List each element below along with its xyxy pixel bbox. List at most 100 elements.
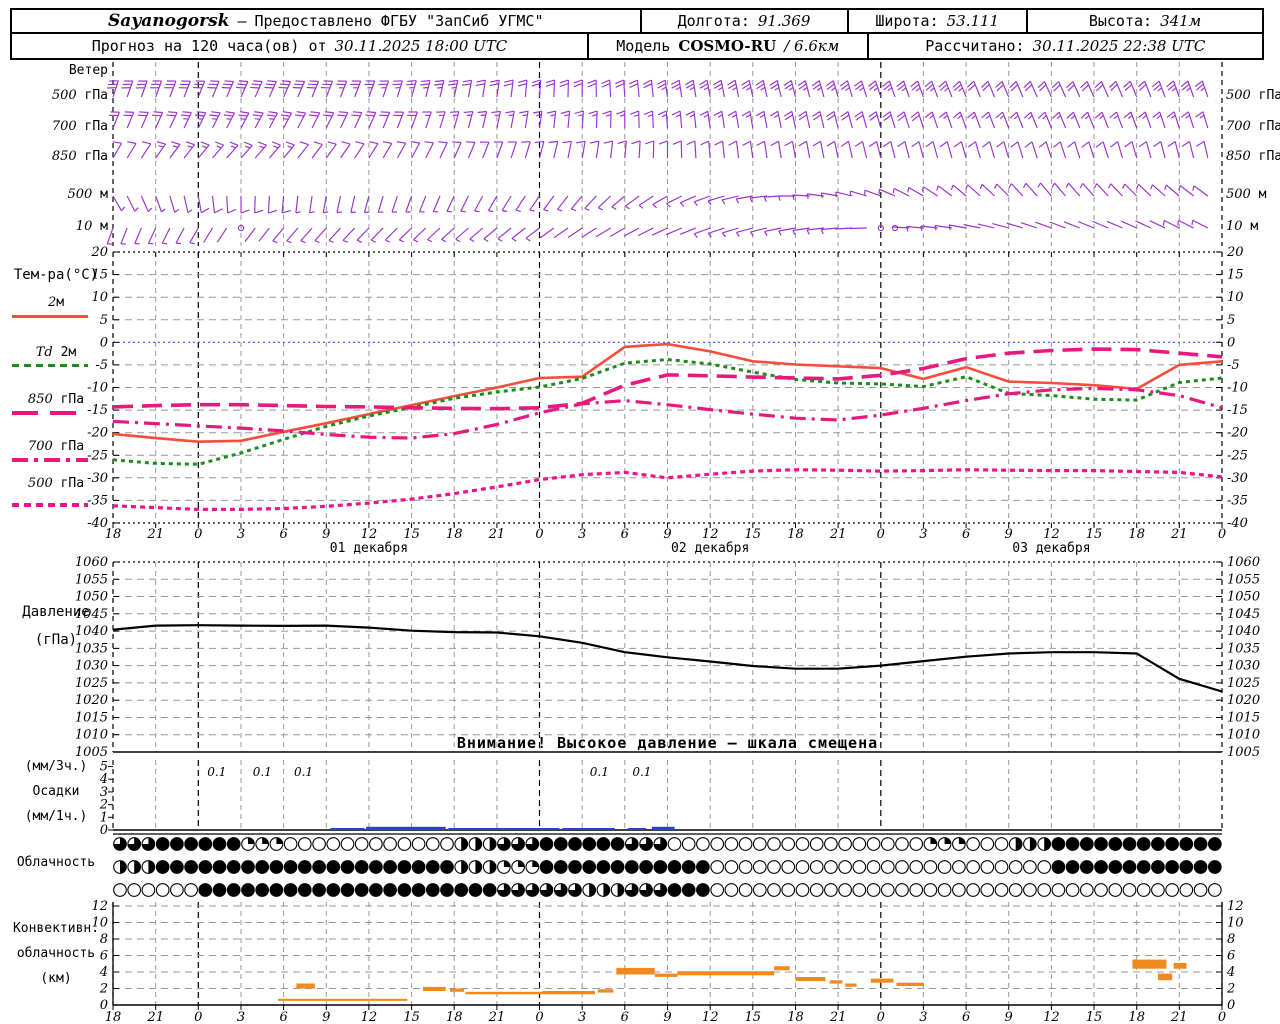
hour-label: 12	[1043, 527, 1060, 542]
cloud-symbol-fill	[262, 837, 269, 844]
cloud-symbol	[383, 860, 397, 874]
temp-axis-label-right: 0	[1227, 335, 1235, 350]
cloud-symbol-fill	[1015, 837, 1022, 851]
wind-level-500hpa-left: 500 гПа	[8, 89, 108, 103]
cloud-symbol	[824, 860, 838, 874]
station-segment: Sayanogorsk — Предоставлено ФГБУ "ЗапСиб…	[12, 10, 640, 32]
cloud-symbol-fill	[944, 837, 951, 844]
cloud-symbol	[1079, 837, 1094, 851]
pressure-axis-label-right: 1060	[1227, 555, 1260, 570]
convective-cloud-bar	[1132, 959, 1167, 969]
legend-value: Td	[35, 345, 53, 360]
cloud-symbol	[994, 883, 1009, 897]
pressure-axis-label-right: 1015	[1227, 711, 1260, 726]
hour-label: 6	[962, 527, 970, 542]
legend-td-line	[12, 364, 88, 367]
cloud-symbol	[610, 837, 625, 851]
precip-1h-label: (мм/1ч.)	[24, 809, 88, 824]
bottom-hour-label: 9	[322, 1010, 330, 1024]
cloud-symbol	[354, 837, 369, 851]
cloud-symbol	[738, 883, 753, 897]
init-time: 30.11.2025 18:00 UTC	[334, 37, 508, 55]
cloud-symbol	[326, 837, 341, 851]
cloud-symbol	[1008, 860, 1023, 874]
bottom-hour-label: 21	[1170, 1010, 1188, 1024]
wind-level-unit: м	[1250, 219, 1259, 234]
cloud-symbol	[824, 837, 838, 851]
convective-cloud-bar	[277, 998, 408, 1001]
cloud-symbol	[624, 860, 639, 874]
hour-label: 12	[361, 527, 378, 542]
cloud-symbol-fill	[461, 860, 468, 874]
convective-title-3: (км)	[40, 971, 72, 986]
cloud-symbol	[795, 860, 810, 874]
bottom-hour-label: 3	[237, 1010, 245, 1024]
pressure-axis-label-right: 1020	[1227, 693, 1260, 708]
date-label: 03 декабря	[1012, 541, 1090, 556]
cloud-symbol	[895, 837, 909, 851]
cloud-symbol	[1108, 860, 1123, 874]
precip-3h-value: 0.1	[207, 765, 226, 779]
temp-axis-label-left: -5	[95, 358, 108, 373]
cloud-symbol	[568, 860, 582, 874]
hour-label: 21	[488, 527, 506, 542]
cloud-symbol	[781, 860, 796, 874]
legend-500-label: 500 гПа	[4, 477, 108, 491]
bottom-hour-label: 0	[194, 1010, 202, 1024]
cloud-symbol	[283, 860, 298, 874]
cloud-symbol	[767, 860, 781, 874]
wind-level-value: 500	[51, 88, 77, 103]
temp-axis-label-right: -25	[1227, 448, 1248, 463]
cloud-symbol	[1165, 837, 1179, 851]
forecast-label: Прогноз на 120 часа(ов) от	[91, 37, 327, 55]
bottom-hour-label: 15	[403, 1010, 420, 1024]
pressure-axis-label-left: 1030	[75, 659, 108, 674]
cloud-symbol	[212, 837, 227, 851]
pressure-axis-label-right: 1030	[1227, 659, 1260, 674]
cloud-symbol-fill	[461, 837, 468, 851]
hour-label: 3	[237, 527, 245, 542]
cloud-symbol	[440, 883, 454, 897]
provider: Предоставлено ФГБУ "ЗапСиб УГМС"	[254, 12, 544, 30]
cloud-symbol	[752, 837, 767, 851]
cloud-symbol-fill	[518, 860, 525, 867]
cloud-symbol	[155, 837, 170, 851]
wind-level-500hpa-right: 500 гПа	[1226, 89, 1280, 103]
pressure-panel-units: (гПа)	[34, 632, 78, 648]
cloud-symbol	[425, 860, 440, 874]
cloud-symbol	[923, 860, 938, 874]
temp-axis-label-right: 20	[1226, 245, 1244, 260]
convective-cloud-bar	[296, 983, 315, 989]
wind-level-value: 700	[1226, 119, 1251, 134]
cloud-symbol	[425, 883, 440, 897]
cloud-symbol	[1065, 860, 1080, 874]
wind-level-unit: гПа	[1258, 119, 1280, 134]
cloud-symbol	[226, 883, 241, 897]
convective-cloud-bar	[1158, 973, 1173, 981]
cloud-symbol	[838, 883, 852, 897]
wind-level-700hpa-right: 700 гПа	[1226, 120, 1280, 134]
cloud-symbol	[212, 860, 227, 874]
precip-3h-value: 0.1	[294, 765, 313, 779]
cloud-symbol	[383, 883, 397, 897]
wind-level-700hpa-left: 700 гПа	[8, 120, 108, 134]
cloud-symbol	[1136, 860, 1151, 874]
legend-500-line	[12, 503, 88, 507]
cloud-symbol-fill	[617, 883, 624, 897]
pressure-axis-label-right: 1045	[1227, 607, 1260, 622]
wind-level-unit: гПа	[1258, 149, 1280, 164]
cloud-symbol-fill	[930, 837, 937, 844]
cloud-symbol	[596, 837, 611, 851]
cloud-symbol	[1151, 860, 1165, 874]
wind-level-value: 500	[1226, 187, 1251, 202]
cloud-symbol	[226, 860, 241, 874]
temp-axis-label-left: -20	[87, 426, 108, 441]
cloud-symbol	[966, 837, 980, 851]
cloud-symbol	[667, 860, 682, 874]
legend-700-label: 700 гПа	[4, 440, 108, 454]
pressure-axis-label-right: 1025	[1227, 676, 1260, 691]
cloud-symbol	[1179, 883, 1194, 897]
convective-cloud-bar	[795, 977, 826, 982]
precip-bar	[366, 826, 446, 830]
cloud-symbol	[1165, 860, 1179, 874]
